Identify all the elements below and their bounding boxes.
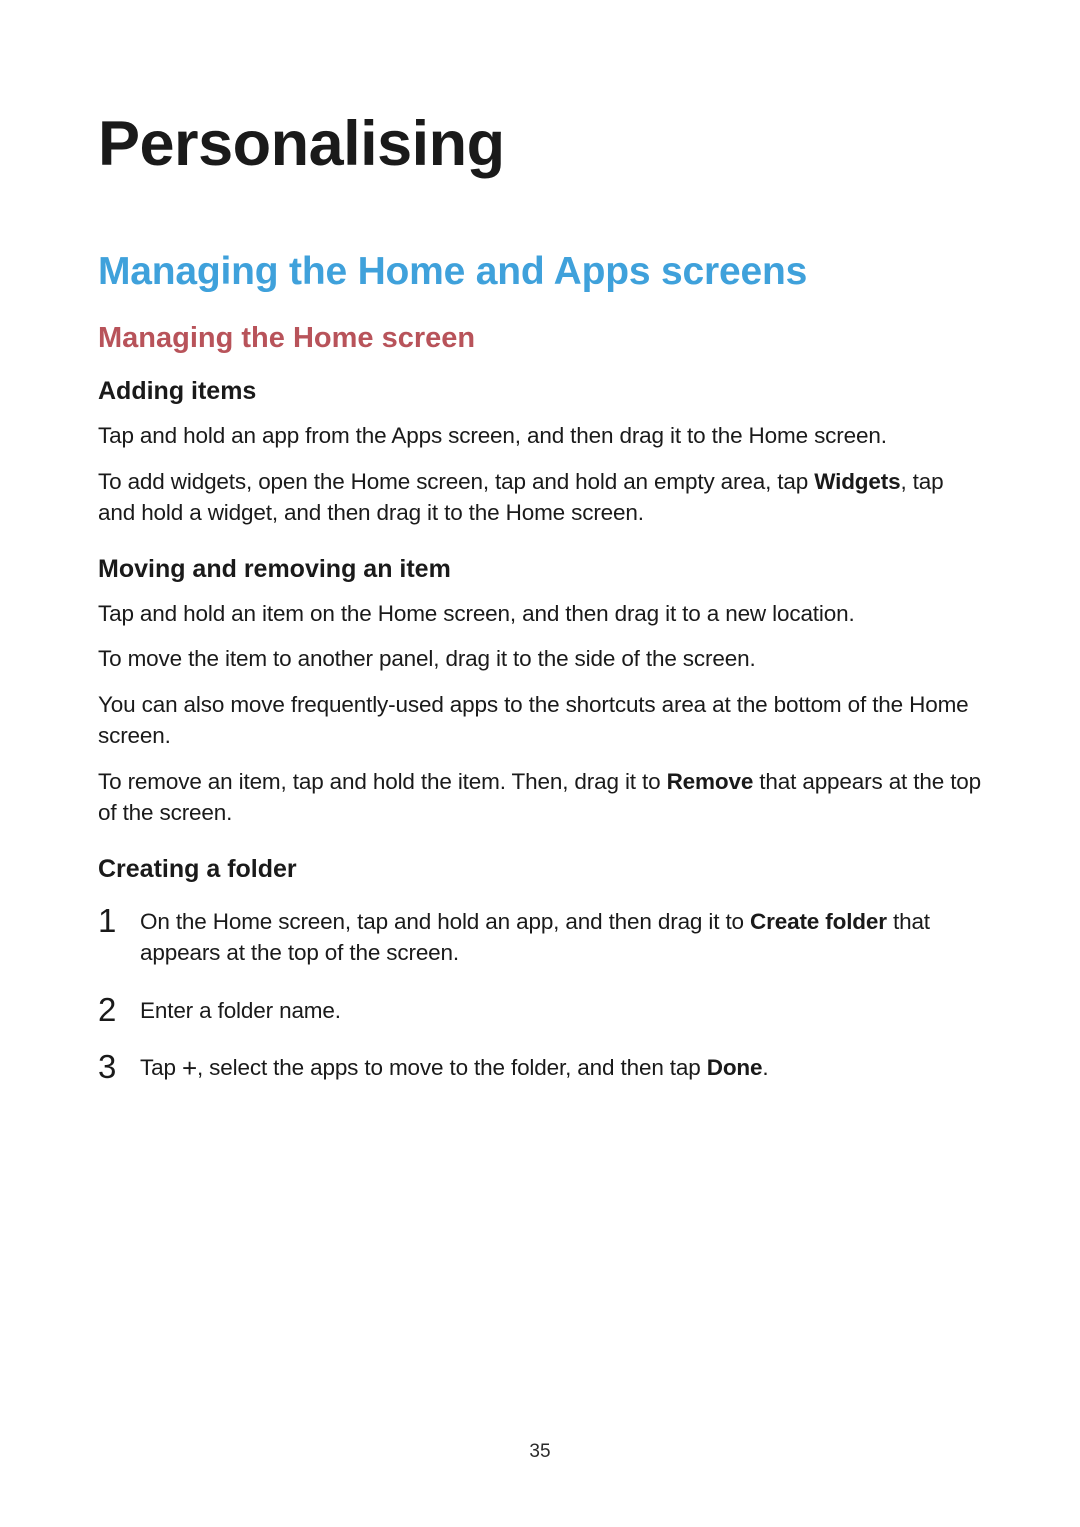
document-page: Personalising Managing the Home and Apps… — [0, 0, 1080, 1527]
text-run: On the Home screen, tap and hold an app,… — [140, 909, 750, 934]
step-item: On the Home screen, tap and hold an app,… — [98, 906, 982, 969]
topic-heading: Adding items — [98, 377, 982, 406]
bold-run: Remove — [667, 769, 754, 794]
text-run: . — [762, 1055, 768, 1080]
body-text: Tap and hold an item on the Home screen,… — [98, 598, 982, 630]
chapter-title: Personalising — [98, 108, 982, 180]
page-number: 35 — [0, 1441, 1080, 1463]
body-text: To remove an item, tap and hold the item… — [98, 766, 982, 829]
body-text: You can also move frequently-used apps t… — [98, 689, 982, 752]
bold-run: Widgets — [814, 469, 900, 494]
body-text: To add widgets, open the Home screen, ta… — [98, 466, 982, 529]
topic-heading: Creating a folder — [98, 855, 982, 884]
text-run: To remove an item, tap and hold the item… — [98, 769, 667, 794]
body-text: Tap and hold an app from the Apps screen… — [98, 420, 982, 452]
bold-run: Create folder — [750, 909, 887, 934]
bold-run: Done — [707, 1055, 763, 1080]
text-run: Tap — [140, 1055, 182, 1080]
topic-heading: Moving and removing an item — [98, 555, 982, 584]
text-run: , select the apps to move to the folder,… — [197, 1055, 707, 1080]
text-run: Enter a folder name. — [140, 998, 341, 1023]
section-heading: Managing the Home and Apps screens — [98, 250, 982, 294]
body-text: To move the item to another panel, drag … — [98, 643, 982, 675]
text-run: To add widgets, open the Home screen, ta… — [98, 469, 814, 494]
topic-adding-items: Adding items Tap and hold an app from th… — [98, 377, 982, 529]
topic-creating-folder: Creating a folder On the Home screen, ta… — [98, 855, 982, 1084]
numbered-steps: On the Home screen, tap and hold an app,… — [98, 906, 982, 1084]
subsection-heading: Managing the Home screen — [98, 322, 982, 355]
step-item: Tap +, select the apps to move to the fo… — [98, 1052, 982, 1084]
topic-moving-removing: Moving and removing an item Tap and hold… — [98, 555, 982, 829]
step-item: Enter a folder name. — [98, 995, 982, 1027]
